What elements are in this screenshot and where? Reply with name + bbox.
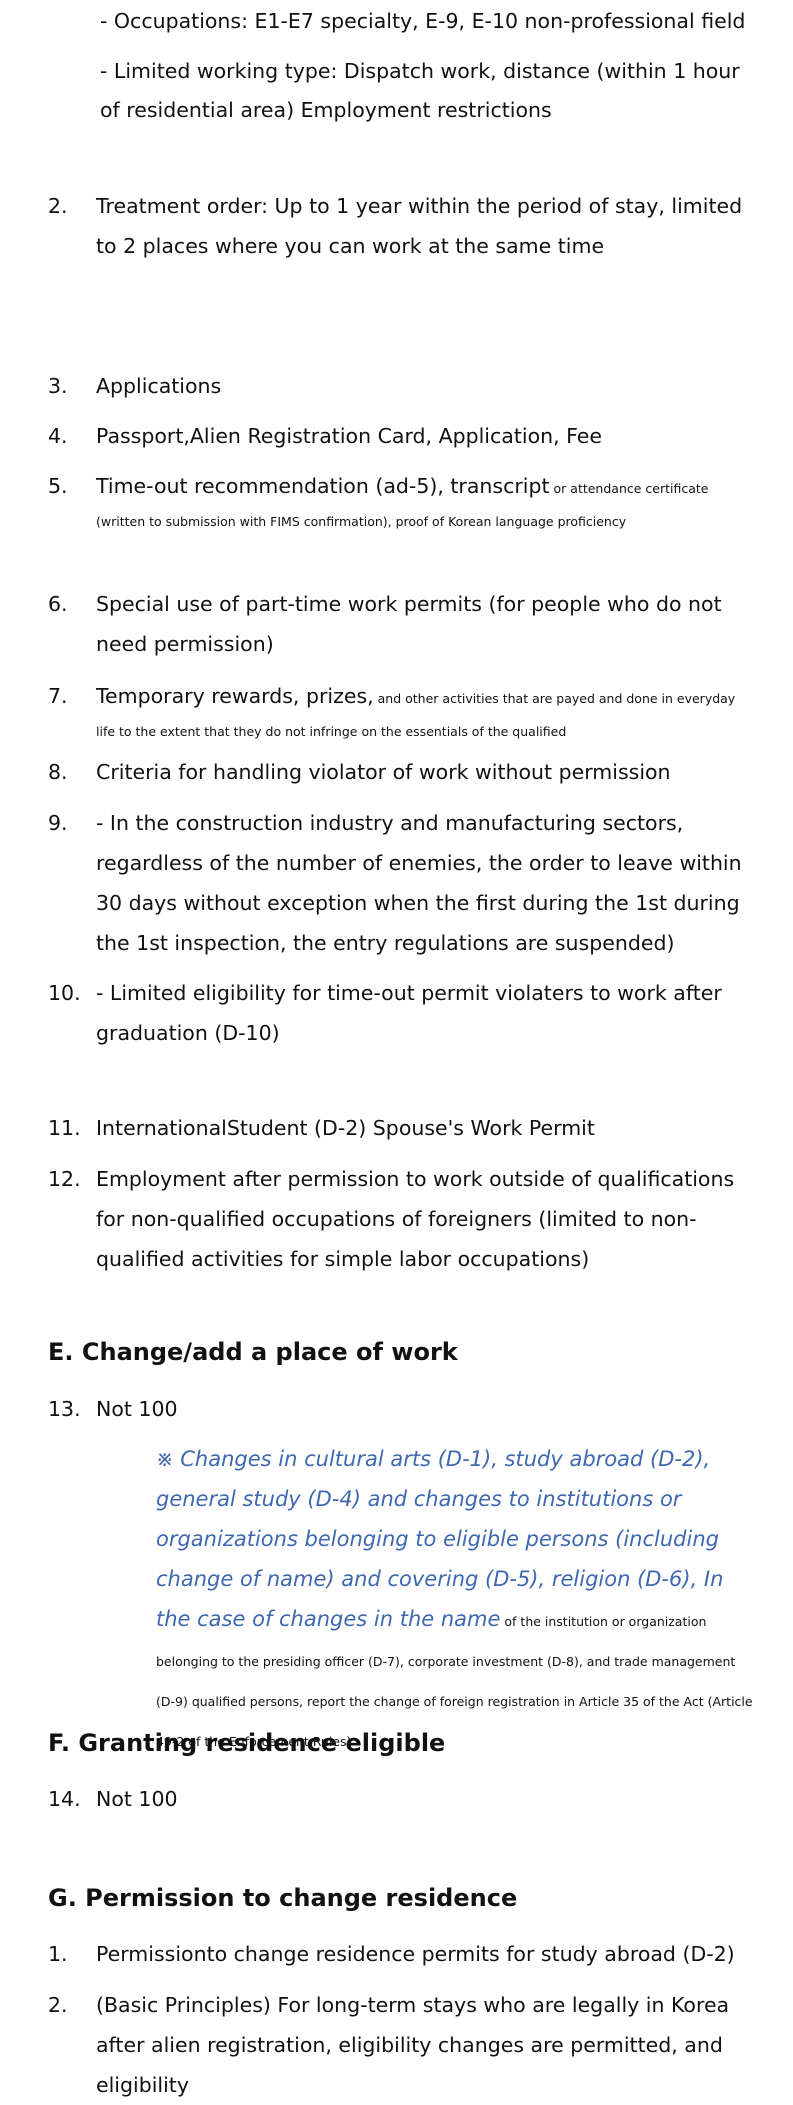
item-number: 6. bbox=[48, 592, 68, 616]
item-text: Passport,Alien Registration Card, Applic… bbox=[96, 424, 603, 448]
item-text: Permissionto change residence permits fo… bbox=[96, 1942, 735, 1966]
item-number: 5. bbox=[48, 474, 68, 498]
item-number: 11. bbox=[48, 1116, 81, 1140]
note-italic-text: ※ Changes in cultural arts (D-1), study … bbox=[156, 1447, 724, 1631]
item-main-text: Temporary rewards, prizes, bbox=[96, 684, 374, 708]
list-item: 4. Passport,Alien Registration Card, App… bbox=[48, 416, 753, 456]
list-item: 9. - In the construction industry and ma… bbox=[48, 803, 753, 963]
item-text: - Limited eligibility for time-out permi… bbox=[96, 981, 722, 1045]
list-item: 2. Treatment order: Up to 1 year within … bbox=[48, 186, 753, 266]
item-text: Temporary rewards, prizes, and other act… bbox=[96, 676, 746, 747]
document-page: - Occupations: E1-E7 specialty, E-9, E-1… bbox=[0, 0, 793, 2097]
list-item: 12. Employment after permission to work … bbox=[48, 1159, 753, 1279]
reference-note: ※ Changes in cultural arts (D-1), study … bbox=[156, 1439, 756, 1759]
section-f-heading: F. Granting residence eligible bbox=[48, 1729, 446, 1757]
item-number: 2. bbox=[48, 1993, 68, 2017]
item-number: 8. bbox=[48, 760, 68, 784]
list-item: 1. Permissionto change residence permits… bbox=[48, 1934, 753, 1974]
item-number: 9. bbox=[48, 811, 68, 835]
item-text: InternationalStudent (D-2) Spouse's Work… bbox=[96, 1116, 595, 1140]
list-item: 7. Temporary rewards, prizes, and other … bbox=[48, 676, 753, 747]
item-text: Time-out recommendation (ad-5), transcri… bbox=[96, 466, 746, 537]
list-item: 5. Time-out recommendation (ad-5), trans… bbox=[48, 466, 753, 537]
item-text: Not 100 bbox=[96, 1787, 178, 1811]
list-item: 11. InternationalStudent (D-2) Spouse's … bbox=[48, 1108, 753, 1148]
item-number: 12. bbox=[48, 1167, 81, 1191]
list-item: 13. Not 100 bbox=[48, 1389, 753, 1429]
occupations-line: - Occupations: E1-E7 specialty, E-9, E-1… bbox=[100, 9, 746, 33]
item-number: 4. bbox=[48, 424, 68, 448]
limited-type-line: - Limited working type: Dispatch work, d… bbox=[100, 59, 740, 122]
list-item: 8. Criteria for handling violator of wor… bbox=[48, 752, 753, 792]
item-number: 13. bbox=[48, 1397, 81, 1421]
list-item: 14. Not 100 bbox=[48, 1779, 753, 1819]
list-item: 2. (Basic Principles) For long-term stay… bbox=[48, 1985, 753, 2105]
list-item: 6. Special use of part-time work permits… bbox=[48, 584, 753, 664]
section-g-heading: G. Permission to change residence bbox=[48, 1884, 518, 1912]
item-text: Employment after permission to work outs… bbox=[96, 1167, 735, 1271]
item-text: Applications bbox=[96, 374, 222, 398]
item-number: 1. bbox=[48, 1942, 68, 1966]
item-text: Treatment order: Up to 1 year within the… bbox=[96, 194, 743, 258]
item-text: - In the construction industry and manuf… bbox=[96, 811, 742, 955]
list-item: 10. - Limited eligibility for time-out p… bbox=[48, 973, 753, 1053]
item-text: Special use of part-time work permits (f… bbox=[96, 592, 722, 656]
item-number: 2. bbox=[48, 194, 68, 218]
item-number: 7. bbox=[48, 684, 68, 708]
item-text: Not 100 bbox=[96, 1397, 178, 1421]
item-text: Criteria for handling violator of work w… bbox=[96, 760, 671, 784]
item-main-text: Time-out recommendation (ad-5), transcri… bbox=[96, 474, 550, 498]
item-number: 10. bbox=[48, 981, 81, 1005]
item-text: (Basic Principles) For long-term stays w… bbox=[96, 1993, 730, 2097]
section-e-heading: E. Change/add a place of work bbox=[48, 1338, 458, 1366]
list-item: 3. Applications bbox=[48, 366, 753, 406]
item-number: 3. bbox=[48, 374, 68, 398]
item-number: 14. bbox=[48, 1787, 81, 1811]
